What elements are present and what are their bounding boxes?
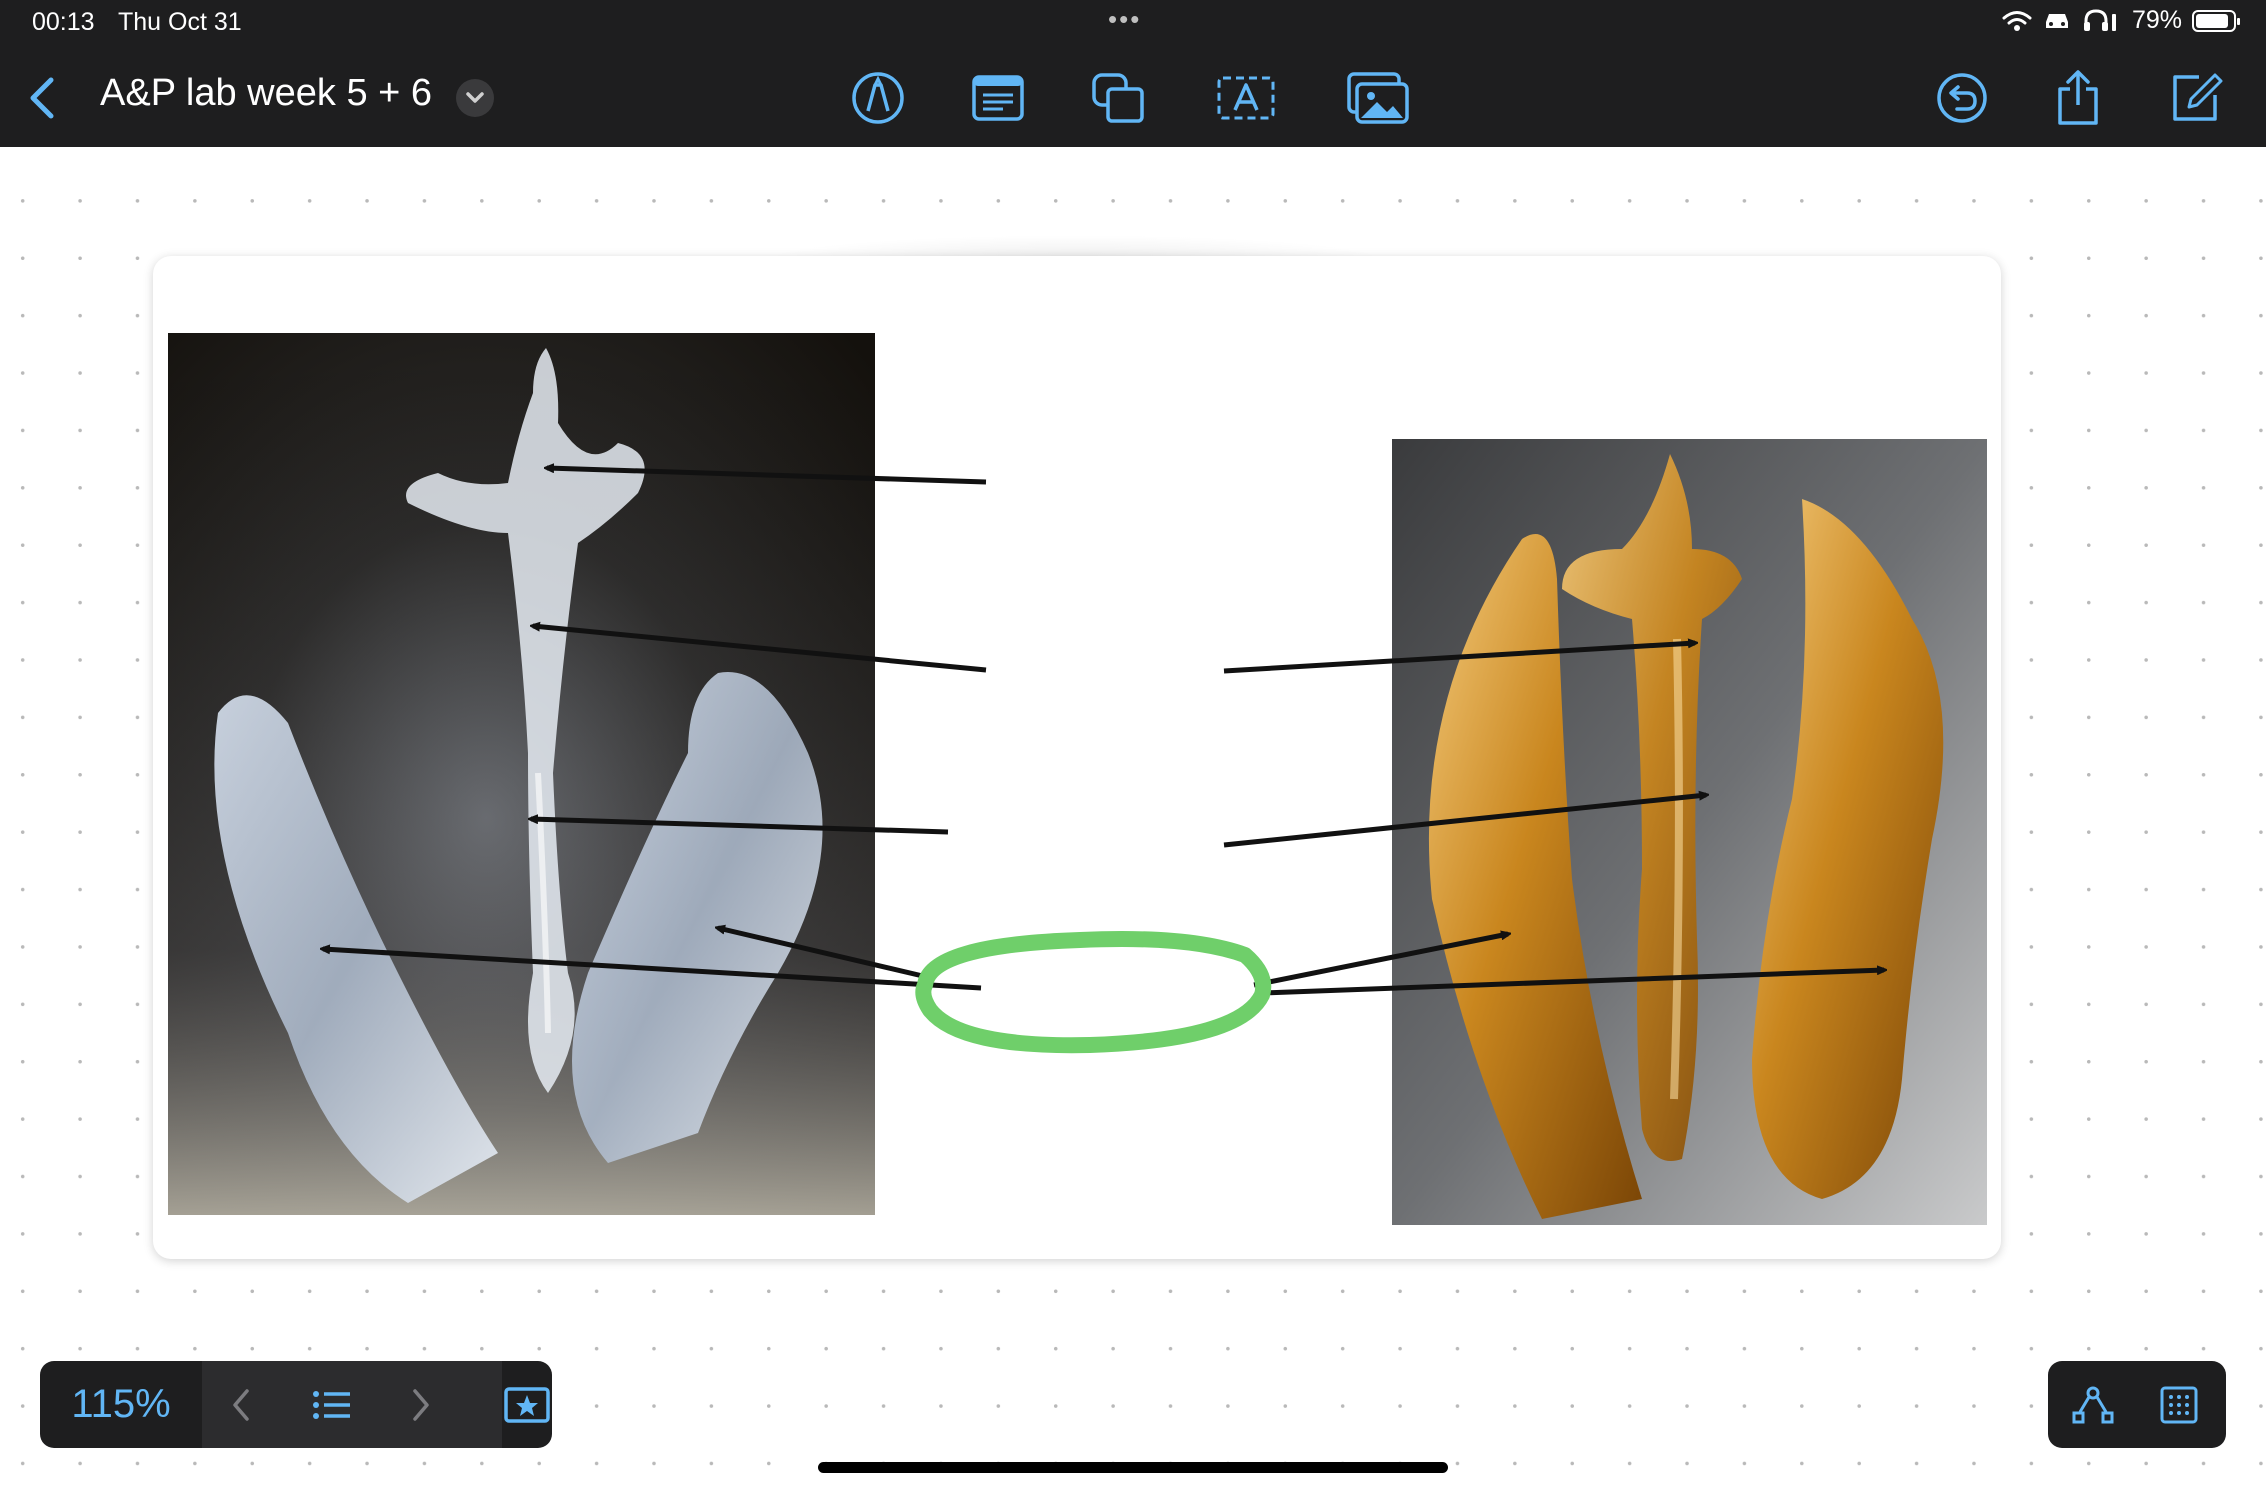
chevron-down-icon	[466, 92, 484, 103]
shapes-button[interactable]	[1086, 66, 1150, 130]
chevron-left-icon	[30, 77, 54, 119]
undo-icon	[1937, 73, 1987, 123]
add-frame-button[interactable]	[502, 1361, 552, 1448]
undo-button[interactable]	[1930, 66, 1994, 130]
battery-percent: 79%	[2131, 6, 2182, 34]
sticky-note-button[interactable]	[966, 66, 1030, 130]
left-photo[interactable]	[168, 333, 875, 1215]
insert-image-button[interactable]	[1346, 66, 1410, 130]
zoom-level[interactable]: 115%	[40, 1361, 202, 1448]
headphones-icon	[2083, 8, 2116, 31]
canvas-tools-bar	[2048, 1361, 2226, 1448]
text-box-button[interactable]	[1214, 66, 1278, 130]
page-nav	[202, 1361, 502, 1448]
multitasking-dots-icon[interactable]: •••	[1108, 4, 1141, 35]
chevron-right-icon	[413, 1388, 429, 1421]
outline-list-button[interactable]	[297, 1361, 367, 1448]
document-title[interactable]: A&P lab week 5 + 6	[100, 72, 432, 115]
status-time: 00:13	[32, 8, 95, 36]
grid-icon	[2160, 1386, 2198, 1423]
star-frame-icon	[504, 1386, 550, 1423]
navigation-bar: 115%	[40, 1361, 552, 1448]
wifi-icon	[2002, 10, 2032, 31]
connector-button[interactable]	[2058, 1361, 2128, 1448]
chevron-left-icon	[233, 1388, 249, 1421]
battery-icon	[2192, 9, 2240, 32]
list-icon	[313, 1390, 350, 1419]
car-icon	[2045, 13, 2068, 28]
previous-button[interactable]	[206, 1361, 276, 1448]
share-icon	[2058, 70, 2098, 125]
grid-button[interactable]	[2144, 1361, 2214, 1448]
status-icons: 79%	[2002, 6, 2240, 35]
compose-icon	[2173, 73, 2223, 121]
right-photo[interactable]	[1392, 439, 1987, 1225]
pen-tool-button[interactable]	[846, 66, 910, 130]
share-button[interactable]	[2046, 66, 2110, 130]
pen-icon	[852, 72, 904, 124]
text-box-icon	[1217, 76, 1275, 120]
connector-icon	[2072, 1386, 2114, 1423]
sticky-note-icon	[972, 75, 1024, 121]
top-bar: 00:13 Thu Oct 31 ••• 79% A&P lab week 5 …	[0, 0, 2266, 147]
title-menu-button[interactable]	[456, 79, 494, 117]
status-date: Thu Oct 31	[118, 8, 242, 36]
compose-button[interactable]	[2164, 66, 2228, 130]
home-indicator[interactable]	[818, 1462, 1448, 1473]
shapes-icon	[1092, 73, 1144, 123]
back-button[interactable]	[18, 68, 66, 128]
image-icon	[1347, 72, 1409, 124]
next-button[interactable]	[386, 1361, 456, 1448]
